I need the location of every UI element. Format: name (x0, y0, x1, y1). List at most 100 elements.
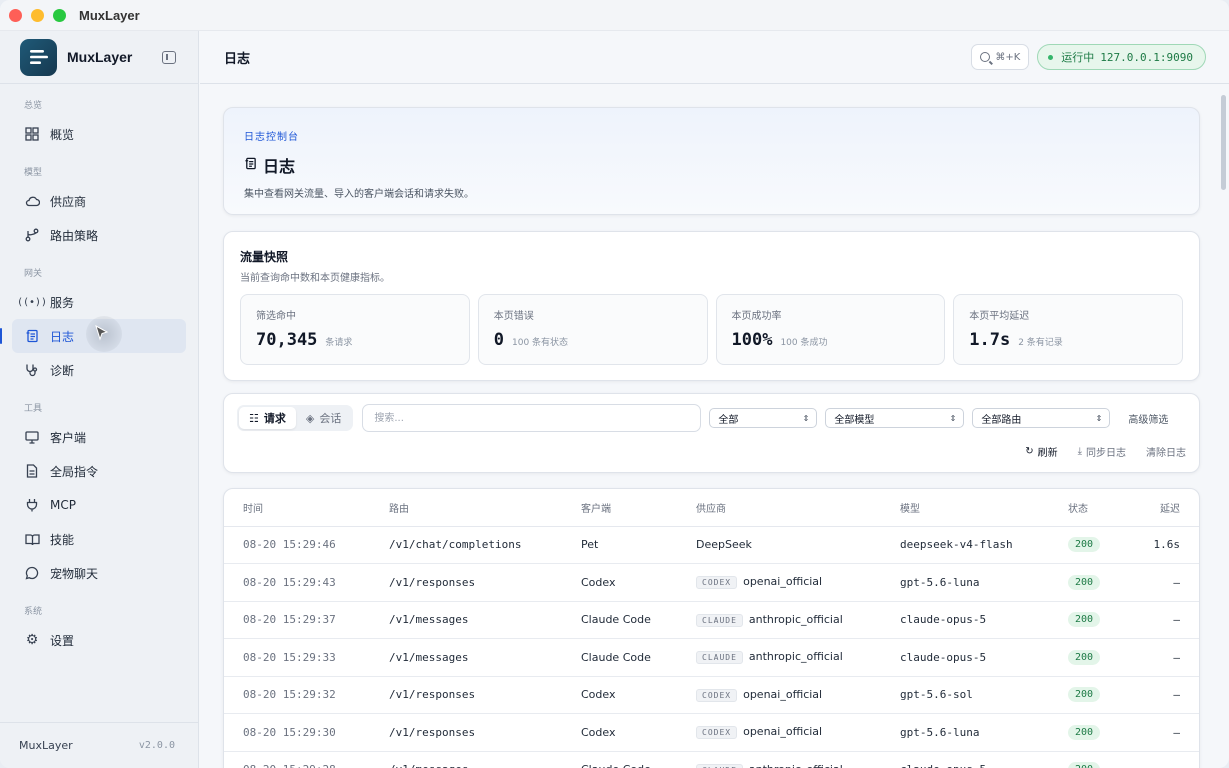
sidebar-item-providers[interactable]: 供应商 (12, 184, 186, 218)
provider-name: anthropic_official (748, 650, 843, 664)
scrollbar[interactable] (1217, 85, 1229, 768)
page-title: 日志 (224, 51, 251, 67)
sidebar-item-routing[interactable]: 路由策略 (12, 218, 186, 252)
cell-client: Codex (581, 563, 696, 602)
log-icon (244, 157, 257, 174)
stat-label: 筛选命中 (256, 311, 296, 322)
sidebar-item-skills[interactable]: 技能 (12, 522, 186, 556)
table-row[interactable]: 08-20 15:29:43/v1/responses Codex CODEX ope… (224, 563, 1199, 602)
zoom-window-button[interactable] (53, 8, 66, 22)
sidebar-item-clients[interactable]: 客户端 (12, 420, 186, 454)
nav-section-tools: 工具 (24, 404, 43, 414)
cell-time: 08-20 15:29:30 (224, 713, 389, 752)
table-row[interactable]: 08-20 15:29:33/v1/messages Claude Code CLA… (224, 638, 1199, 677)
advanced-filter-button[interactable]: 高级筛选 (1128, 411, 1168, 426)
select-arrow-icon: ⇕ (949, 413, 957, 423)
route-select[interactable]: 全部路由 ⇕ (972, 408, 1111, 428)
button-label: 同步日志 (1086, 448, 1126, 459)
minimize-window-button[interactable] (31, 8, 44, 22)
title-bar: MuxLayer (0, 0, 1229, 31)
sidebar-item-pet-chat[interactable]: 宠物聊天 (12, 556, 186, 590)
scrollbar-thumb[interactable] (1221, 95, 1226, 190)
log-table: 时间 路由 客户端 供应商 模型 状态 延迟 08-20 15:29:46/v1… (224, 489, 1199, 768)
log-search-input[interactable] (362, 404, 702, 432)
sidebar-item-overview[interactable]: 概览 (12, 117, 186, 151)
sidebar-item-global-instructions[interactable]: 全局指令 (12, 454, 186, 488)
app-window: MuxLayer MuxLayer 总览 概览 模型 供应商 路由策略 网关 (… (0, 0, 1229, 768)
cell-time: 08-20 15:29:46 (224, 526, 389, 564)
status-badge: 200 (1068, 762, 1101, 768)
table-row[interactable]: 08-20 15:29:32/v1/responses Codex CODEX ope… (224, 676, 1199, 714)
header-route[interactable]: 路由 (389, 489, 581, 527)
status-badge: 200 (1068, 537, 1101, 553)
stat-label: 本页平均延迟 (969, 311, 1030, 322)
sidebar-item-mcp[interactable]: MCP (12, 488, 186, 522)
clear-logs-button[interactable]: 清除日志 (1146, 444, 1186, 459)
client-tag: CLAUDE (696, 613, 743, 627)
stat-page-errors: 本页错误 0 100 条有状态 (477, 294, 708, 365)
client-tag: CLAUDE (696, 651, 743, 665)
status-badge: 200 (1068, 649, 1101, 665)
cell-client: Claude Code (581, 601, 696, 639)
search-shortcut: ⌘+K (995, 51, 1021, 63)
chat-icon (24, 565, 40, 581)
header-status[interactable]: 状态 (1068, 489, 1143, 527)
hero-title-text: 日志 (263, 157, 296, 176)
cell-time: 08-20 15:29:43 (224, 563, 389, 602)
cell-time: 08-20 15:29:32 (224, 676, 389, 714)
header-latency[interactable]: 延迟 (1143, 489, 1199, 527)
cell-model: gpt-5.6-luna (900, 713, 1068, 752)
status-badge: 200 (1068, 724, 1101, 740)
stat-avg-latency: 本页平均延迟 1.7s 2 条有记录 (953, 294, 1183, 365)
table-header-row: 时间 路由 客户端 供应商 模型 状态 延迟 (224, 489, 1199, 527)
sidebar-footer: MuxLayer v2.0.0 (0, 722, 199, 768)
top-bar: 日志 ⌘+K 运行中 127.0.0.1:9090 (200, 31, 1229, 84)
sidebar-item-diagnostics[interactable]: 诊断 (12, 353, 186, 387)
cell-client: Codex (581, 676, 696, 714)
gateway-status-badge[interactable]: 运行中 127.0.0.1:9090 (1037, 44, 1206, 70)
model-select[interactable]: 全部模型 ⇕ (825, 408, 965, 428)
table-row[interactable]: 08-20 15:29:37/v1/messages Claude Code CLA… (224, 601, 1199, 639)
command-search-button[interactable]: ⌘+K (971, 44, 1030, 70)
provider-name: anthropic_official (748, 612, 843, 626)
status-badge: 200 (1068, 574, 1101, 590)
header-time[interactable]: 时间 (224, 489, 389, 527)
header-client[interactable]: 客户端 (581, 489, 696, 527)
refresh-button[interactable]: ↻ 刷新 (1025, 444, 1057, 459)
sidebar-item-label: 技能 (50, 532, 75, 547)
cell-model: gpt-5.6-sol (900, 676, 1068, 714)
close-window-button[interactable] (9, 8, 22, 22)
sidebar-collapse-icon[interactable] (162, 50, 176, 64)
tab-label: 请求 (263, 412, 286, 425)
cell-provider: DeepSeek (696, 526, 900, 564)
cell-route: /v1/responses (389, 676, 581, 714)
stat-unit: 条请求 (325, 338, 353, 348)
sidebar-item-services[interactable]: ((•)) 服务 (12, 285, 186, 319)
app-logo-icon (20, 38, 57, 76)
table-row[interactable]: 08-20 15:29:28/v1/messagesClaude CodeCLA… (224, 751, 1199, 768)
route-icon (24, 227, 40, 243)
filter-card: ☷ 请求 ◈ 会话 全部 ⇕ 全部模型 ⇕ 全部路由 ⇕ 高级筛选 ↻刷新 ⤓ 同步日志 清… (223, 393, 1200, 473)
traffic-snapshot-card: 流量快照 当前查询命中数和本页健康指标。 筛选命中 70,345 条请求 本页错误… (223, 231, 1200, 381)
status-select[interactable]: 全部 ⇕ (709, 408, 818, 428)
stat-filtered-hits: 筛选命中 70,345 条请求 (240, 294, 470, 365)
provider-name: openai_official (743, 575, 823, 589)
provider-name: openai_official (743, 725, 823, 739)
tab-sessions[interactable]: ◈ 会话 (296, 407, 351, 429)
header-model[interactable]: 模型 (900, 489, 1068, 527)
table-row[interactable]: 08-20 15:29:46/v1/chat/completions Pet Dee… (224, 526, 1199, 564)
cell-provider: CLAUDE anthropic_official (696, 751, 900, 768)
table-row[interactable]: 08-20 15:29:30/v1/responses Codex CODEX ope… (224, 713, 1199, 752)
tab-requests[interactable]: ☷ 请求 (239, 407, 296, 429)
sidebar-item-label: 路由策略 (50, 228, 99, 243)
sidebar-item-settings[interactable]: ⚙ 设置 (12, 623, 186, 657)
cell-provider: CLAUDE anthropic_official (696, 638, 900, 677)
header-provider[interactable]: 供应商 (696, 489, 900, 527)
select-value: 全部 (718, 414, 739, 426)
hero-title: 日志 (244, 153, 1179, 177)
cell-status: 200 (1068, 713, 1143, 752)
stat-unit: 100 条成功 (780, 338, 828, 348)
sync-logs-button[interactable]: ⤓ 同步日志 (1078, 444, 1126, 459)
provider-name: DeepSeek (696, 538, 752, 552)
layers-icon: ◈ (305, 411, 315, 425)
